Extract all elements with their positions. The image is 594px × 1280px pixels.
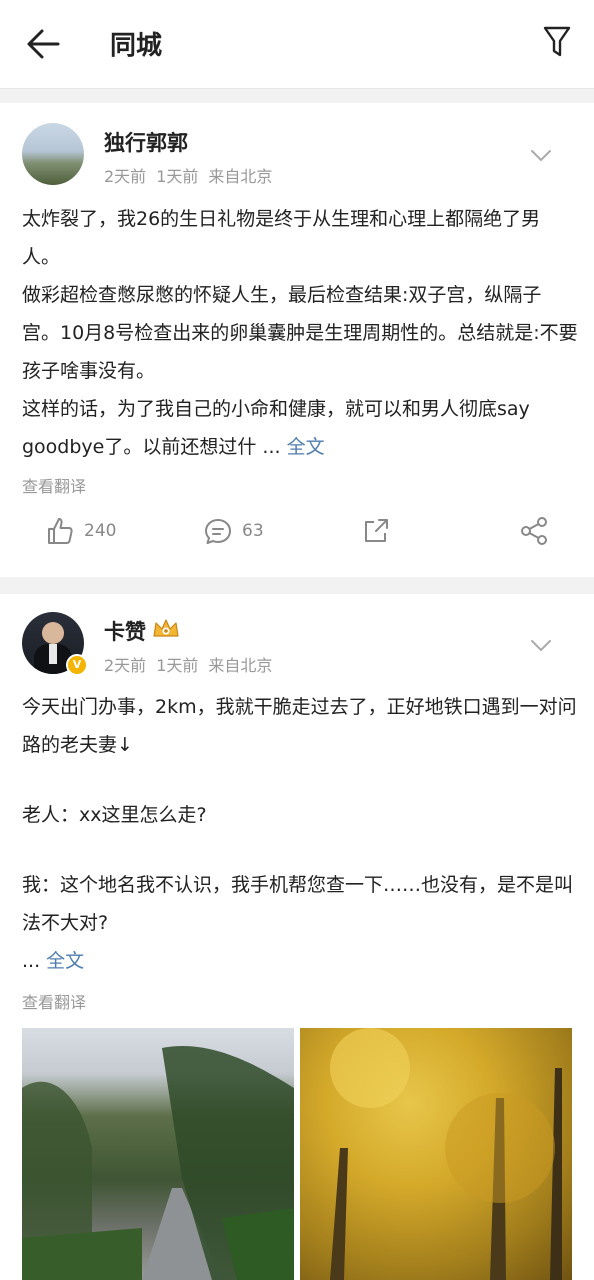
chevron-down-icon[interactable] xyxy=(530,149,552,163)
share-button[interactable] xyxy=(362,517,400,545)
avatar[interactable] xyxy=(22,123,84,185)
post-meta: 2天前 1天前 来自北京 xyxy=(104,163,282,187)
post-username[interactable]: 独行郭郭 xyxy=(104,127,188,157)
read-more-link[interactable]: 全文 xyxy=(46,950,84,972)
post-paragraph: 今天出门办事，2km，我就干脆走过去了，正好地铁口遇到一对问路的老夫妻↓ xyxy=(22,696,577,756)
post-edit-time: 1天前 xyxy=(156,656,199,675)
post-time: 2天前 xyxy=(104,167,147,186)
translate-link[interactable]: 查看翻译 xyxy=(22,989,86,1013)
read-more-link[interactable]: 全文 xyxy=(287,436,325,458)
post-paragraph: 老人：xx这里怎么走? xyxy=(22,804,207,826)
post-image[interactable] xyxy=(300,1028,572,1280)
comment-button[interactable]: 63 xyxy=(204,517,264,545)
post-text[interactable]: 太炸裂了，我26的生日礼物是终于从生理和心理上都隔绝了男人。 做彩超检查憋尿憋的… xyxy=(22,200,578,466)
post-location: 来自北京 xyxy=(208,167,273,186)
post-edit-time: 1天前 xyxy=(156,167,199,186)
post-paragraph: 我：这个地名我不认识，我手机帮您查一下……也没有，是不是叫法不大对? xyxy=(22,874,574,934)
crown-badge-icon xyxy=(153,619,179,637)
post-location: 来自北京 xyxy=(208,656,273,675)
chevron-down-icon[interactable] xyxy=(530,639,552,653)
feed-divider xyxy=(0,89,594,103)
page-title: 同城 xyxy=(110,31,163,61)
post-paragraph: 太炸裂了，我26的生日礼物是终于从生理和心理上都隔绝了男人。 xyxy=(22,208,541,268)
share-nodes-icon xyxy=(521,517,547,545)
filter-icon[interactable] xyxy=(542,24,572,60)
post-meta: 2天前 1天前 来自北京 xyxy=(104,652,282,676)
feed-divider xyxy=(0,577,594,594)
post-time: 2天前 xyxy=(104,656,147,675)
arrow-left-icon[interactable] xyxy=(24,22,64,66)
thumbs-up-icon xyxy=(48,518,73,544)
post-paragraph: 这样的话，为了我自己的小命和健康，就可以和男人彻底say goodbye了。以前… xyxy=(22,398,530,458)
top-bar: 同城 xyxy=(0,0,594,89)
verified-badge-icon: V xyxy=(66,654,88,676)
comment-icon xyxy=(205,519,231,544)
translate-link[interactable]: 查看翻译 xyxy=(22,473,86,497)
post-paragraph: 做彩超检查憋尿憋的怀疑人生，最后检查结果:双子宫，纵隔子宫。10月8号检查出来的… xyxy=(22,284,578,382)
post-image[interactable] xyxy=(22,1028,294,1280)
post-username[interactable]: 卡赞 xyxy=(104,616,146,646)
feed-post[interactable]: 独行郭郭 2天前 1天前 来自北京 太炸裂了，我26的生日礼物是终于从生理和心理上都… xyxy=(0,103,594,577)
comment-count: 63 xyxy=(242,521,264,541)
share-icon xyxy=(365,519,388,542)
feed-post[interactable]: V 卡赞 2天前 1天前 来自北京 今天出门办事，2km，我就干脆走过去了，正好地铁… xyxy=(0,594,594,1280)
forward-button[interactable] xyxy=(520,517,558,545)
like-button[interactable]: 240 xyxy=(46,517,116,545)
like-count: 240 xyxy=(84,521,117,541)
post-paragraph: ... 全文 xyxy=(22,950,85,972)
post-actions: 240 63 xyxy=(0,517,594,557)
post-text[interactable]: 今天出门办事，2km，我就干脆走过去了，正好地铁口遇到一对问路的老夫妻↓ 老人：… xyxy=(22,688,578,980)
